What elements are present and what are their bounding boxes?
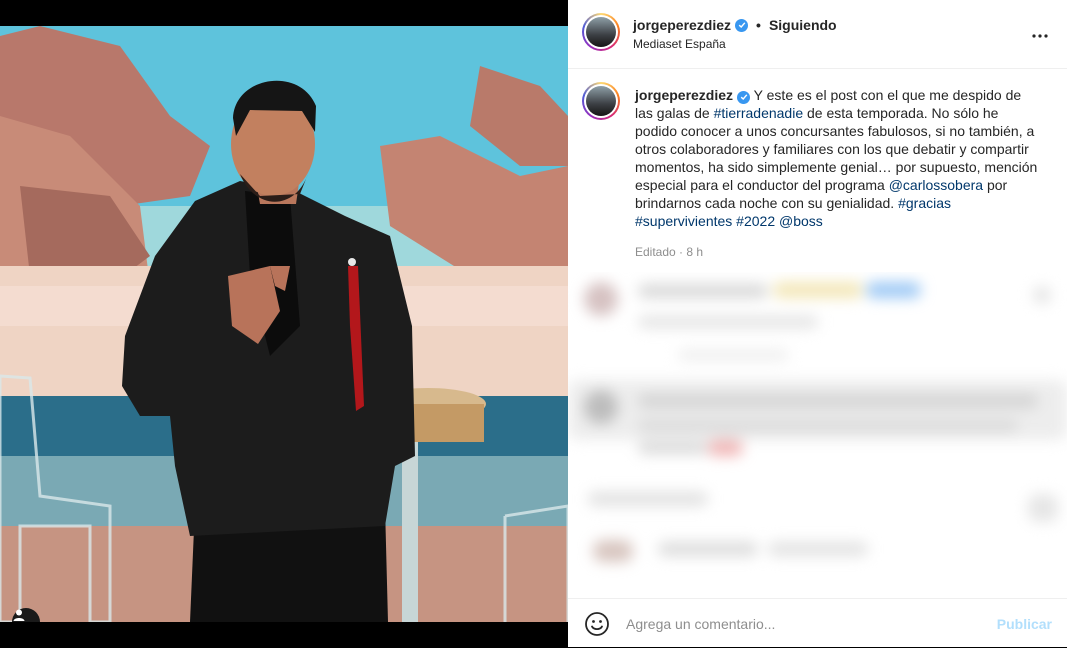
mention-link[interactable]: @boss <box>779 213 823 229</box>
post-location[interactable]: Mediaset España <box>633 37 726 51</box>
edited-label: Editado <box>635 245 676 259</box>
post-header: jorgeperezdiez • Siguiendo Mediaset Espa… <box>568 0 1067 69</box>
hashtag-link[interactable]: #tierradenadie <box>714 105 804 121</box>
post-side-panel: jorgeperezdiez • Siguiendo Mediaset Espa… <box>568 0 1067 647</box>
caption-author-username[interactable]: jorgeperezdiez <box>635 87 733 103</box>
post-meta: Editado · 8 h <box>635 245 704 259</box>
caption-author-avatar[interactable] <box>582 82 620 120</box>
author-line: jorgeperezdiez • Siguiendo <box>633 17 837 33</box>
hashtag-link[interactable]: #gracias <box>898 195 951 211</box>
post-media <box>0 0 568 647</box>
verified-badge-icon <box>735 18 749 32</box>
hashtag-link[interactable]: #2022 <box>736 213 775 229</box>
emoji-icon[interactable] <box>584 611 610 637</box>
caption-text: Y este es el post con el que me despido … <box>635 87 1037 229</box>
caption-verified-badge-icon <box>737 90 751 104</box>
separator-dot: • <box>756 17 761 33</box>
publish-button[interactable]: Publicar <box>997 616 1052 632</box>
comment-bar: Publicar <box>568 598 1067 648</box>
post-time[interactable]: 8 h <box>686 245 703 259</box>
more-options-icon[interactable] <box>1031 26 1049 44</box>
hashtag-link[interactable]: #supervivientes <box>635 213 732 229</box>
photo-illustration <box>0 26 568 622</box>
author-avatar[interactable] <box>582 13 620 51</box>
mention-link[interactable]: @carlossobera <box>889 177 983 193</box>
following-button[interactable]: Siguiendo <box>769 17 837 33</box>
post-photo[interactable] <box>0 26 568 622</box>
author-username[interactable]: jorgeperezdiez <box>633 17 731 33</box>
post-caption: jorgeperezdiez Y este es el post con el … <box>635 86 1040 230</box>
comment-input[interactable] <box>624 614 978 633</box>
comments-list-blurred <box>568 272 1067 594</box>
